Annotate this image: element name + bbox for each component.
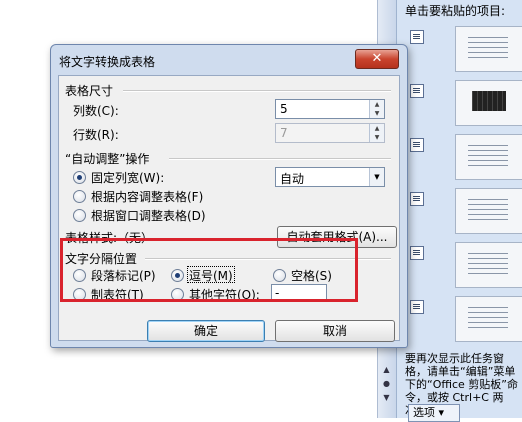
clipboard-doc-icon [410,30,424,44]
columns-value: 5 [280,102,288,116]
columns-spinner[interactable]: 5 ▲ ▼ [275,99,385,119]
clipboard-doc-icon [410,84,424,98]
task-pane-title: 单击要粘贴的项目: [405,4,506,18]
clipboard-item[interactable] [405,22,522,74]
ok-button[interactable]: 确定 [147,320,265,342]
highlight-annotation-box [60,238,358,302]
autofit-window-label: 根据窗口调整表格(D) [91,209,206,223]
table-size-label: 表格尺寸 [65,84,114,98]
rows-spinner: 7 ▲ ▼ [275,123,385,143]
chevron-down-icon[interactable]: ▼ [369,168,384,186]
cancel-button[interactable]: 取消 [275,320,395,342]
dialog-title: 将文字转换成表格 [59,55,156,69]
autofit-window-radio[interactable] [73,209,86,222]
convert-text-to-table-dialog: 将文字转换成表格 ✕ 表格尺寸 列数(C): 5 ▲ ▼ 行数(R): 7 ▲ ▼ … [50,44,408,348]
clipboard-item[interactable] [405,130,522,182]
clipboard-doc-icon [410,246,424,260]
fixed-width-radio[interactable] [73,171,86,184]
autofit-label: “自动调整”操作 [65,152,150,166]
clipboard-doc-icon [410,192,424,206]
spin-up-icon[interactable]: ▲ [370,100,384,109]
clipboard-thumbnail [455,242,522,288]
clipboard-thumbnail [455,80,522,126]
columns-label: 列数(C): [73,104,119,118]
divider [169,158,391,160]
fixed-width-select[interactable]: 自动 ▼ [275,167,385,187]
spin-up-icon: ▲ [374,125,380,132]
scroll-down-icon[interactable]: ▼ [381,392,392,403]
spin-down-icon[interactable]: ▼ [370,109,384,118]
clipboard-thumbnail [455,26,522,72]
clipboard-doc-icon [410,300,424,314]
clipboard-item[interactable] [405,76,522,128]
clipboard-item[interactable] [405,238,522,290]
fixed-width-value: 自动 [280,172,305,186]
clipboard-thumbnail [455,134,522,180]
options-button[interactable]: 选项 ▾ [408,404,460,422]
scroll-circle-icon[interactable]: ● [381,378,392,389]
clipboard-thumbnail [455,188,522,234]
clipboard-task-pane: 单击要粘贴的项目: 要再次显示此任务窗格，请单击“编辑”菜单下的“Office … [396,0,522,418]
scroll-up-icon[interactable]: ▲ [381,364,392,375]
clipboard-thumbnail [455,296,522,342]
clipboard-doc-icon [410,138,424,152]
divider [123,90,391,92]
autofit-contents-radio[interactable] [73,190,86,203]
autofit-contents-label: 根据内容调整表格(F) [91,190,204,204]
rows-value: 7 [280,126,288,140]
clipboard-item[interactable] [405,292,522,344]
fixed-width-label: 固定列宽(W): [91,171,165,185]
spin-down-icon: ▼ [374,134,380,141]
clipboard-item[interactable] [405,184,522,236]
close-button[interactable]: ✕ [355,49,399,69]
rows-label: 行数(R): [73,128,119,142]
